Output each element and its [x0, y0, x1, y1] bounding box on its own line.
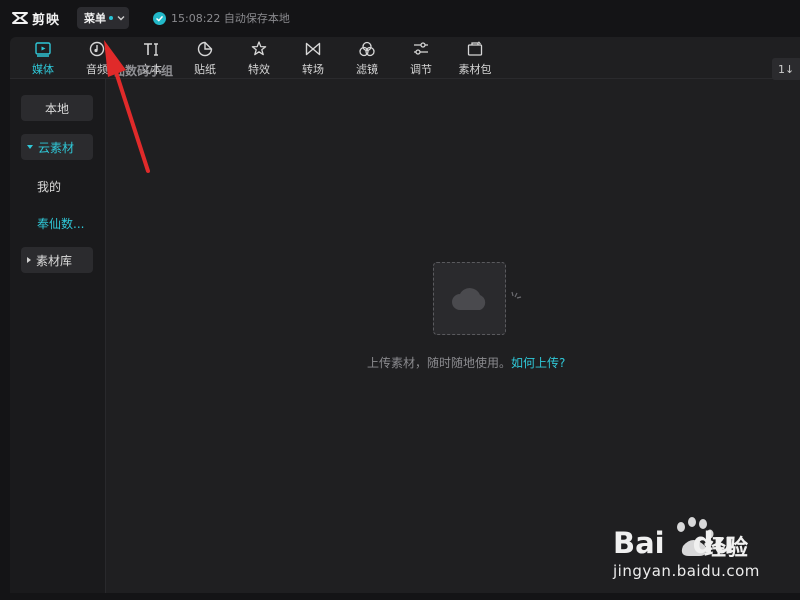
sticker-icon — [197, 41, 213, 57]
chevron-down-icon — [117, 16, 125, 21]
asset-pack-icon — [467, 41, 483, 56]
sidebar-item-cloud[interactable]: 云素材 — [21, 134, 93, 160]
tab-label: 媒体 — [32, 63, 54, 76]
empty-state-text: 上传素材，随时随地使用。如何上传? — [367, 354, 565, 371]
sidebar-item-team[interactable]: 奉仙数... — [21, 210, 93, 236]
breadcrumb: 仙数码小组 — [113, 64, 174, 78]
app-name: 剪映 — [32, 12, 61, 28]
tab-label: 素材包 — [458, 63, 492, 76]
sidebar-item-library[interactable]: 素材库 — [21, 247, 93, 273]
tab-label: 转场 — [302, 63, 324, 76]
sidebar: 本地 云素材 我的 奉仙数... 素材库 — [10, 79, 106, 593]
sidebar-item-label: 奉仙数... — [37, 216, 85, 231]
tab-label: 音频 — [86, 63, 108, 76]
sidebar-item-label: 素材库 — [36, 253, 73, 268]
tab-adjust[interactable]: 调节 — [397, 39, 445, 77]
sidebar-item-label: 我的 — [37, 179, 62, 194]
media-icon — [35, 42, 51, 57]
sort-button[interactable]: 1↓ — [772, 58, 800, 80]
empty-state-message: 上传素材，随时随地使用。 — [367, 356, 512, 370]
menu-label: 菜单 — [84, 12, 106, 25]
how-to-upload-link[interactable]: 如何上传? — [511, 356, 565, 370]
sidebar-item-mine[interactable]: 我的 — [21, 173, 93, 199]
tab-transition[interactable]: 转场 — [289, 39, 337, 77]
autosave-status: 15:08:22 自动保存本地 — [153, 10, 290, 26]
autosave-text: 15:08:22 自动保存本地 — [171, 12, 290, 25]
tab-asset-pack[interactable]: 素材包 — [451, 39, 499, 77]
sidebar-item-label: 本地 — [44, 101, 69, 116]
upload-dropzone[interactable] — [433, 262, 506, 335]
tab-sticker[interactable]: 贴纸 — [181, 39, 229, 77]
sparkle-icon — [511, 291, 522, 299]
tab-filter[interactable]: 滤镜 — [343, 39, 391, 77]
tab-media[interactable]: 媒体 — [19, 39, 67, 77]
watermark-url: jingyan.baidu.com — [613, 562, 760, 580]
sidebar-item-label: 云素材 — [38, 140, 75, 155]
watermark-product: 经验 — [704, 536, 749, 561]
capcut-logo-icon — [12, 12, 28, 24]
text-icon — [144, 43, 158, 56]
tab-label: 滤镜 — [356, 63, 378, 76]
menu-button[interactable]: 菜单 — [77, 7, 129, 29]
filter-icon — [359, 41, 375, 57]
check-icon — [153, 11, 166, 25]
tab-effects[interactable]: 特效 — [235, 39, 283, 77]
menu-indicator-dot — [109, 16, 113, 20]
tab-label: 调节 — [410, 63, 432, 76]
effects-icon — [251, 41, 267, 56]
cloud-icon — [451, 287, 485, 310]
caret-down-icon — [27, 145, 33, 149]
tab-label: 贴纸 — [194, 63, 216, 76]
sidebar-item-local[interactable]: 本地 — [21, 95, 93, 121]
caret-right-icon — [27, 257, 31, 263]
top-bar: 剪映 菜单 15:08:22 自动保存本地 — [0, 0, 800, 36]
tab-label: 特效 — [248, 63, 270, 76]
transition-icon — [305, 42, 321, 56]
app-logo: 剪映 — [12, 8, 60, 28]
audio-icon — [89, 41, 105, 57]
watermark-brand-head: Bai — [613, 526, 665, 560]
adjust-icon — [414, 42, 428, 55]
